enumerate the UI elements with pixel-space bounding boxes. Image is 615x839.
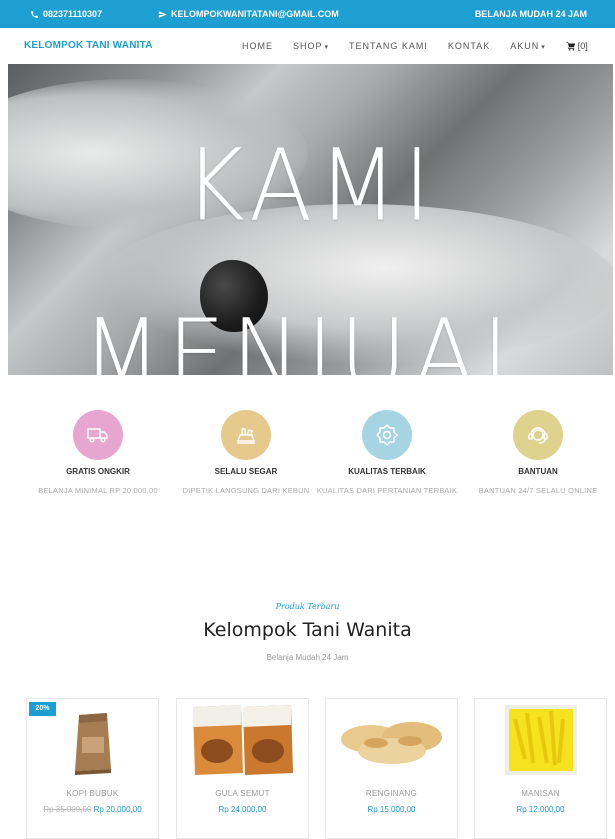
- product-image-renginang[interactable]: [326, 699, 457, 777]
- chevron-down-icon: ▾: [541, 44, 546, 51]
- phone-icon: [31, 10, 38, 18]
- hero-banner: KAMI MENJUAL: [8, 64, 613, 375]
- product-name[interactable]: MANISAN: [475, 789, 606, 798]
- product-image-gula-semut[interactable]: [177, 699, 308, 777]
- feature-icon-circle: [362, 410, 412, 460]
- product-price: Rp 35.000,00 Rp 20.000,00: [27, 803, 158, 816]
- hero-title-line-1: KAMI: [184, 127, 437, 244]
- feature-bantuan: BANTUAN BANTUAN 24/7 SELALU ONLINE: [458, 410, 615, 497]
- feature-title: BANTUAN: [518, 467, 558, 476]
- product-card-renginang[interactable]: RENGINANG Rp 15.000,00: [325, 698, 458, 839]
- feature-icon-circle: [221, 410, 271, 460]
- product-section-header: Produk Terbaru Kelompok Tani Wanita Bela…: [0, 602, 615, 662]
- product-name[interactable]: KOPI BUBUK: [27, 789, 158, 798]
- feature-list: GRATIS ONGKIR BELANJA MINIMAL RP 20.000,…: [0, 410, 615, 550]
- feature-title: SELALU SEGAR: [214, 467, 278, 476]
- main-menu: HOME SHOP ▾ TENTANG KAMI KONTAK AKUN ▾ [0]: [242, 41, 588, 51]
- product-old-price: Rp 35.000,00: [43, 805, 92, 814]
- feature-gratis-ongkir: GRATIS ONGKIR BELANJA MINIMAL RP 20.000,…: [23, 410, 173, 497]
- product-price: Rp 24.000,00: [218, 805, 267, 814]
- quality-icon: [375, 423, 399, 447]
- product-card-manisan[interactable]: MANISAN Rp 12.000,00: [474, 698, 607, 839]
- product-price: Rp 15.000,00: [367, 805, 416, 814]
- discount-badge: 20%: [29, 702, 56, 716]
- product-card-gula-semut[interactable]: GULA SEMUT Rp 24.000,00: [176, 698, 309, 839]
- main-navbar: KELOMPOK TANI WANITA HOME SHOP ▾ TENTANG …: [0, 28, 615, 64]
- nav-tentang-kami[interactable]: TENTANG KAMI: [349, 41, 428, 51]
- nav-home[interactable]: HOME: [242, 41, 273, 51]
- email-contact[interactable]: KELOMPOKWANITATANI@GMAIL.COM: [158, 9, 339, 19]
- site-brand[interactable]: KELOMPOK TANI WANITA: [24, 40, 153, 51]
- product-grid: KOPI BUBUK Rp 35.000,00 Rp 20.000,00 GUL…: [0, 698, 615, 839]
- hero-title-line-2: MENJUAL: [82, 297, 539, 375]
- cart-button[interactable]: [0]: [566, 41, 588, 51]
- product-name[interactable]: GULA SEMUT: [177, 789, 308, 798]
- feature-description: KUALITAS DARI PERTANIAN TERBAIK: [316, 486, 458, 495]
- feature-description: BELANJA MINIMAL RP 20.000,00: [38, 486, 158, 495]
- nav-shop[interactable]: SHOP ▾: [293, 41, 329, 51]
- fresh-icon: [236, 428, 256, 444]
- feature-kualitas-terbaik: KUALITAS TERBAIK KUALITAS DARI PERTANIAN…: [307, 410, 467, 497]
- section-subheading: Belanja Mudah 24 Jam: [266, 653, 349, 662]
- cart-icon: [566, 41, 575, 51]
- support-icon: [528, 427, 548, 444]
- send-icon: [158, 10, 167, 18]
- cart-count: [0]: [577, 41, 588, 51]
- phone-number: 082371110307: [43, 9, 103, 19]
- feature-icon-circle: [513, 410, 563, 460]
- feature-title: KUALITAS TERBAIK: [348, 467, 426, 476]
- section-kicker: Produk Terbaru: [275, 602, 340, 611]
- feature-description: DIPETIK LANGSUNG DARI KEBUN: [182, 486, 310, 495]
- nav-kontak[interactable]: KONTAK: [448, 41, 490, 51]
- phone-contact[interactable]: 082371110307: [30, 9, 102, 19]
- product-card-kopi-bubuk[interactable]: KOPI BUBUK Rp 35.000,00 Rp 20.000,00: [26, 698, 159, 839]
- top-info-bar: 082371110307 KELOMPOKWANITATANI@GMAIL.CO…: [0, 0, 615, 28]
- product-sale-price: Rp 20.000,00: [93, 805, 142, 814]
- feature-selalu-segar: SELALU SEGAR DIPETIK LANGSUNG DARI KEBUN: [171, 410, 321, 497]
- email-address: KELOMPOKWANITATANI@GMAIL.COM: [171, 9, 339, 19]
- section-heading: Kelompok Tani Wanita: [203, 619, 412, 641]
- product-image-manisan[interactable]: [475, 699, 606, 777]
- feature-title: GRATIS ONGKIR: [66, 467, 130, 476]
- feature-icon-circle: [73, 410, 123, 460]
- product-price: Rp 12.000,00: [516, 805, 565, 814]
- truck-icon: [87, 428, 108, 443]
- feature-description: BANTUAN 24/7 SELALU ONLINE: [478, 486, 598, 495]
- topbar-slogan: BELANJA MUDAH 24 JAM: [474, 9, 587, 19]
- nav-akun-label: AKUN: [510, 41, 540, 51]
- chevron-down-icon: ▾: [324, 44, 330, 51]
- product-name[interactable]: RENGINANG: [326, 789, 457, 798]
- nav-shop-label: SHOP: [293, 41, 323, 51]
- nav-akun[interactable]: AKUN ▾: [510, 41, 546, 51]
